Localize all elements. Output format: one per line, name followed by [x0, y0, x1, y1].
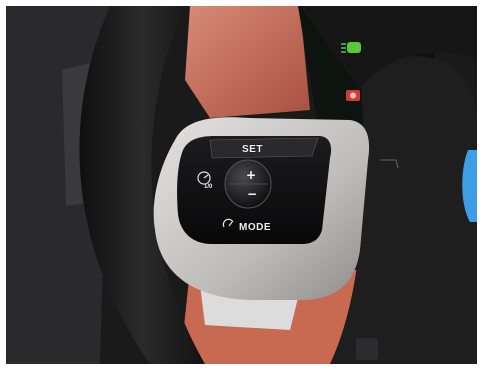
- set-label: SET: [242, 144, 263, 155]
- lower-switch: [356, 338, 378, 360]
- warning-icon: [346, 90, 360, 101]
- resume-label: 1/0: [204, 184, 213, 190]
- headlight-icon: [341, 42, 361, 53]
- plus-icon[interactable]: +: [246, 168, 256, 182]
- cabin-window-red: [185, 6, 310, 118]
- minus-icon[interactable]: −: [247, 187, 257, 201]
- scene-drawing: [6, 6, 477, 364]
- steering-wheel-photo: SET MODE 1/0 + −: [6, 6, 477, 364]
- mode-label: MODE: [239, 222, 271, 233]
- set-button[interactable]: [209, 137, 319, 159]
